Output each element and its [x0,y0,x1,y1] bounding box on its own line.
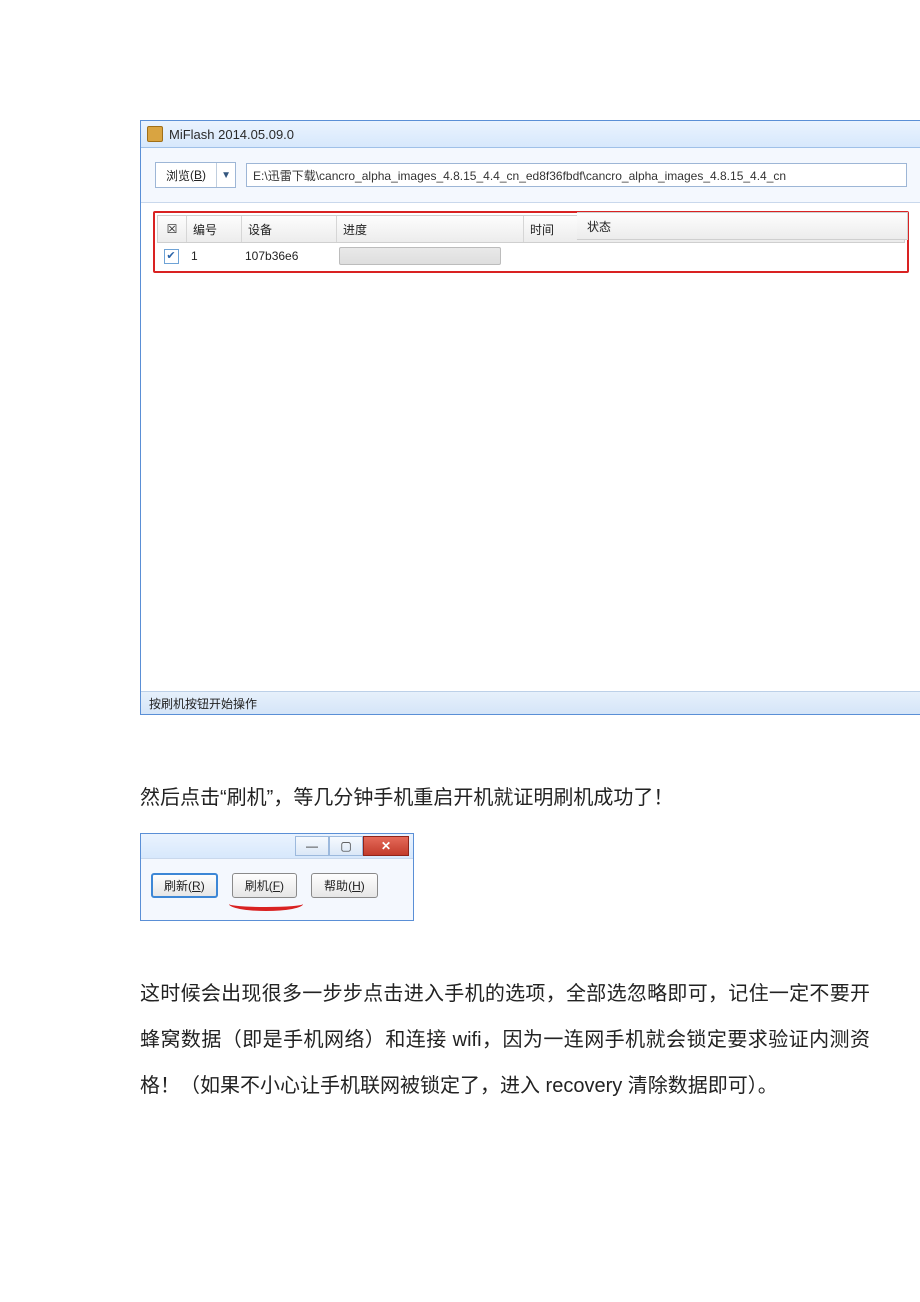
crop-titlebar: — ▢ ✕ [141,834,413,858]
refresh-button[interactable]: 刷新(R) [151,873,218,898]
table-row[interactable]: ✔ 1 107b36e6 [157,243,905,269]
col-time[interactable]: 时间 [524,216,580,242]
titlebar: MiFlash 2014.05.09.0 [141,121,920,148]
window-title: MiFlash 2014.05.09.0 [169,127,294,142]
row-progress-bar [339,247,501,265]
flash-button[interactable]: 刷机(F) [232,873,297,898]
instruction-paragraph-1: 然后点击“刷机”，等几分钟手机重启开机就证明刷机成功了！ [140,775,870,821]
browse-button-label[interactable]: 浏览(B) [156,163,217,187]
col-status[interactable]: 状态 [577,213,907,239]
col-id[interactable]: 编号 [187,216,242,242]
row-checkbox[interactable]: ✔ [164,249,179,264]
row-device: 107b36e6 [239,249,333,263]
col-device[interactable]: 设备 [242,216,337,242]
instruction-paragraph-2: 这时候会出现很多一步步点击进入手机的选项，全部选忽略即可，记住一定不要开蜂窝数据… [140,971,870,1109]
statusbar: 按刷机按钮开始操作 [141,691,920,714]
close-button[interactable]: ✕ [363,836,409,856]
miflash-crop-window: — ▢ ✕ 刷新(R) 刷机(F) 帮助(H) [140,833,414,921]
annotation-red-underline [229,897,303,911]
maximize-button[interactable]: ▢ [329,836,363,856]
rom-path-input[interactable]: E:\迅雷下载\cancro_alpha_images_4.8.15_4.4_c… [246,163,907,187]
miflash-window: MiFlash 2014.05.09.0 浏览(B) ▼ E:\迅雷下载\can… [140,120,920,715]
toolbar: 浏览(B) ▼ E:\迅雷下载\cancro_alpha_images_4.8.… [141,148,920,203]
help-button[interactable]: 帮助(H) [311,873,378,898]
col-checkbox[interactable]: ☒ [158,216,187,242]
minimize-button[interactable]: — [295,836,329,856]
app-icon [147,126,163,142]
row-id: 1 [185,249,239,263]
col-progress[interactable]: 进度 [337,216,524,242]
browse-splitbutton[interactable]: 浏览(B) ▼ [155,162,236,188]
device-grid: ☒ 编号 设备 进度 时间 ✔ 1 107b36e6 [141,203,920,691]
chevron-down-icon[interactable]: ▼ [217,170,235,181]
